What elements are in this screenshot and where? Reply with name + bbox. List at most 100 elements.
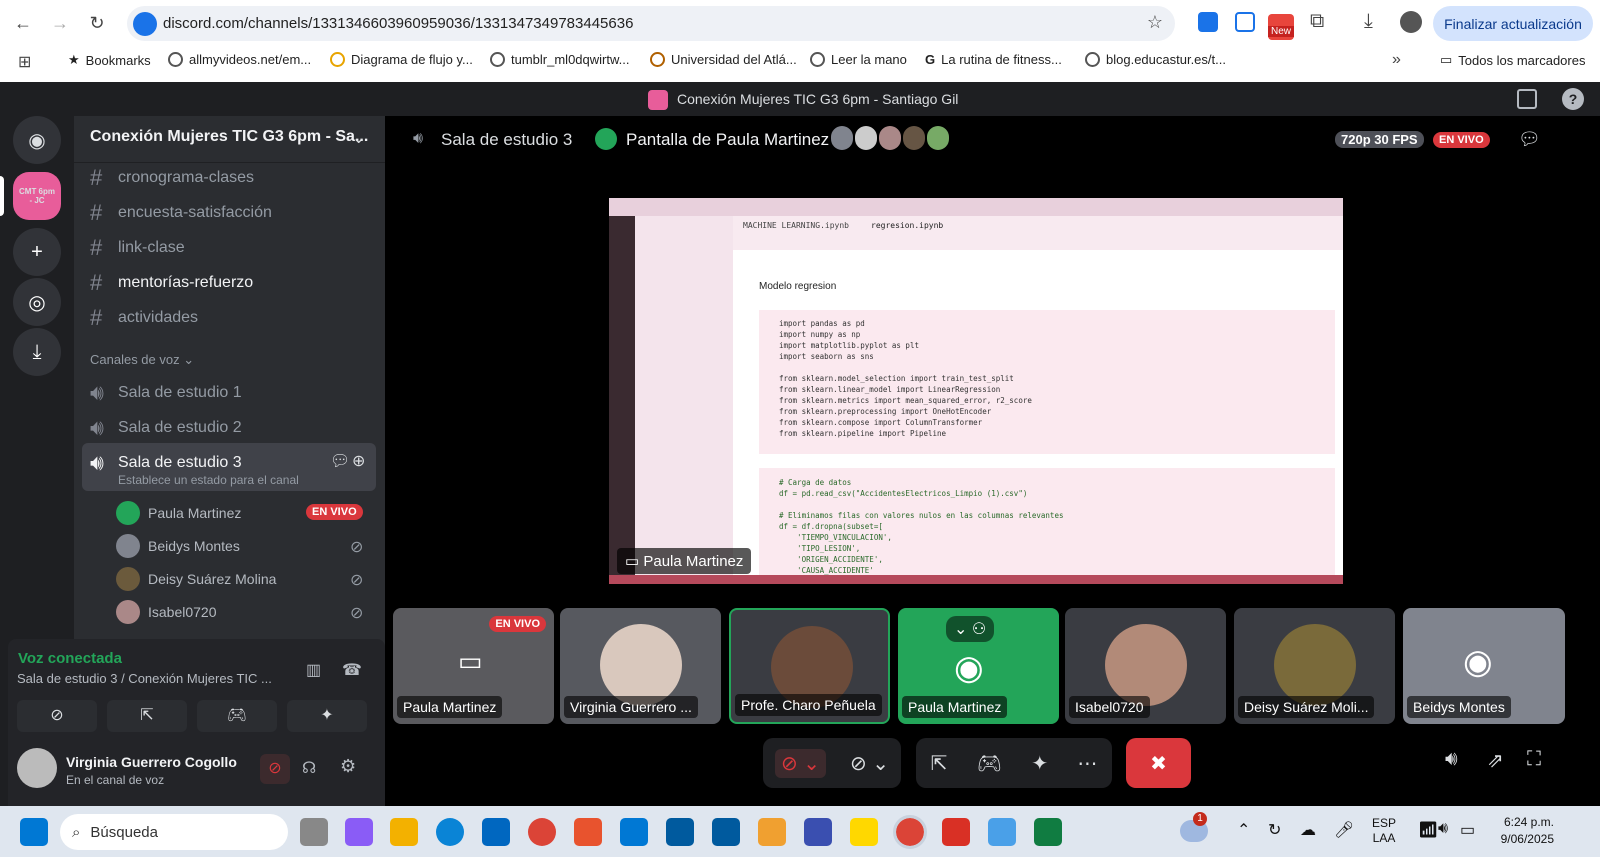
screencast-icon[interactable] (1235, 12, 1255, 32)
copilot-icon[interactable] (345, 818, 373, 846)
mic-icon[interactable] (133, 12, 157, 36)
mic-muted-icon[interactable]: ⊘ ⌄ (774, 748, 827, 778)
channel-item[interactable]: # actividades (90, 305, 198, 331)
chevron-right-icon[interactable]: » (1392, 51, 1401, 69)
discord-home-icon[interactable]: ◉ (13, 116, 61, 164)
settings-gear-icon[interactable]: ⚙ (340, 756, 356, 777)
search-box[interactable]: ⌕ Búsqueda (60, 814, 288, 850)
voice-member[interactable]: Isabel0720 (116, 600, 217, 624)
connection-title[interactable]: Voz conectada (18, 650, 122, 667)
profile-avatar[interactable] (1400, 11, 1422, 33)
store-icon[interactable] (482, 818, 510, 846)
voice-channel[interactable]: 🔊︎ Sala de estudio 1 (90, 380, 242, 406)
leave-call-button[interactable]: ✖ (1126, 738, 1191, 788)
channel-item[interactable]: # mentorías-refuerzo (90, 270, 253, 296)
participant-tile[interactable]: ◉ Beidys Montes (1403, 608, 1565, 724)
channel-item[interactable]: # cronograma-clases (90, 165, 254, 191)
more-icon[interactable]: ⋯ (1077, 751, 1097, 776)
wifi-icon[interactable]: 📶︎ (1418, 820, 1438, 840)
sync-icon[interactable]: ↻ (1268, 820, 1281, 840)
add-server-icon[interactable]: + (13, 228, 61, 276)
update-button[interactable]: Finalizar actualización (1433, 6, 1593, 41)
chevron-up-icon[interactable]: ⌃ (1237, 820, 1250, 840)
language-indicator[interactable]: ESP LAA (1372, 816, 1396, 846)
inbox-icon[interactable] (1517, 89, 1537, 109)
noise-suppression-icon[interactable]: ▥ (306, 660, 321, 680)
tile-menu-icon[interactable]: ⌄ ⚇ (946, 616, 995, 642)
voice-channel[interactable]: 🔊︎ Sala de estudio 2 (90, 415, 242, 441)
participant-tile[interactable]: EN VIVO ▭ Paula Martinez (393, 608, 554, 724)
edge-icon[interactable] (436, 818, 464, 846)
defender-icon[interactable] (712, 818, 740, 846)
bookmark-bar-item[interactable]: Diagrama de flujo y... (330, 52, 473, 67)
share-screen-button[interactable]: ⇱ (107, 700, 187, 732)
mic-control[interactable]: ⊘ ⌄ ⊘ ⌄ (763, 738, 901, 788)
volume-icon[interactable]: 🔊︎ (1438, 820, 1448, 838)
chat-icon[interactable]: 💬︎ (1518, 129, 1541, 150)
apps-grid-icon[interactable]: ⊞ (18, 52, 31, 72)
channel-item[interactable]: # link-clase (90, 235, 185, 261)
app-icon[interactable] (620, 818, 648, 846)
sticky-notes-icon[interactable] (850, 818, 878, 846)
headphones-icon[interactable]: ☊ (302, 758, 316, 778)
chrome-icon[interactable] (528, 818, 556, 846)
screen-share[interactable]: MACHINE LEARNING.ipynb regresion.ipynb M… (609, 198, 1343, 584)
download-icon[interactable]: ⤓ (1364, 10, 1373, 33)
participant-tile[interactable]: ⌄ ⚇ ◉ Paula Martinez (898, 608, 1059, 724)
anydesk-icon[interactable] (942, 818, 970, 846)
participant-tile[interactable]: Deisy Suárez Moli... (1234, 608, 1395, 724)
defender-icon[interactable] (666, 818, 694, 846)
task-view-icon[interactable] (300, 818, 328, 846)
voice-member[interactable]: Paula Martinez (116, 501, 241, 525)
bookmark-bar-item[interactable]: tumblr_ml0dqwirtw... (490, 52, 629, 67)
bookmark-bar-item[interactable]: ★ Bookmarks (68, 52, 151, 68)
server-name[interactable]: Conexión Mujeres TIC G3 6pm - Sa... (90, 128, 368, 146)
voice-category[interactable]: Canales de voz ⌄ (90, 352, 194, 368)
chevron-down-icon[interactable]: ⌄ (352, 128, 365, 148)
fullscreen-icon[interactable]: ⛶ (1527, 748, 1541, 771)
extension-icon[interactable] (1198, 12, 1218, 32)
star-icon[interactable]: ☆ (1147, 12, 1163, 33)
avatar[interactable] (17, 748, 57, 788)
app-icon[interactable] (988, 818, 1016, 846)
mic-icon[interactable]: 🎤︎ (1334, 820, 1354, 840)
all-bookmarks[interactable]: ▭ Todos los marcadores (1440, 52, 1585, 68)
onedrive-icon[interactable]: ☁ (1300, 820, 1316, 840)
participant-tile[interactable]: Virginia Guerrero ... (560, 608, 721, 724)
participant-tile[interactable]: Profe. Charo Peñuela (729, 608, 890, 724)
activity-icon[interactable]: 🎮︎ (977, 751, 1002, 776)
channel-status-prompt[interactable]: Establece un estado para el canal (118, 473, 299, 487)
back-icon[interactable]: ← (8, 8, 38, 38)
volume-icon[interactable]: 🔊︎ (1445, 748, 1458, 771)
editor-tab[interactable]: regresion.ipynb (871, 221, 943, 230)
address-bar[interactable]: discord.com/channels/1331346603960959036… (127, 6, 1175, 41)
bitwarden-icon[interactable] (804, 818, 832, 846)
invite-icon[interactable]: ⊕ (352, 451, 365, 471)
download-apps-icon[interactable]: ⤓ (13, 328, 61, 376)
forward-icon[interactable]: → (45, 8, 75, 38)
voice-member[interactable]: Beidys Montes (116, 534, 240, 558)
mic-muted-icon[interactable]: ⊘ (260, 754, 290, 784)
chrome-icon[interactable] (893, 815, 927, 849)
help-icon[interactable]: ? (1562, 88, 1584, 110)
share-screen-icon[interactable]: ⇱ (931, 751, 948, 776)
bookmark-bar-item[interactable]: allmyvideos.net/em... (168, 52, 311, 67)
activity-button[interactable]: 🎮︎ (197, 700, 277, 732)
bookmark-bar-item[interactable]: Universidad del Atlá... (650, 52, 797, 67)
reload-icon[interactable]: ↻ (82, 8, 112, 38)
server-icon[interactable]: CMT 6pm - JC (13, 172, 61, 220)
app-icon[interactable] (574, 818, 602, 846)
puzzle-icon[interactable]: ⧉ (1310, 10, 1324, 33)
voice-member[interactable]: Deisy Suárez Molina (116, 567, 276, 591)
file-explorer-icon[interactable] (390, 818, 418, 846)
clock[interactable]: 6:24 p.m. 9/06/2025 (1488, 814, 1554, 848)
windows-start-icon[interactable] (20, 818, 48, 846)
excel-icon[interactable] (1034, 818, 1062, 846)
popout-icon[interactable]: ⇗ (1487, 748, 1504, 773)
bookmark-bar-item[interactable]: blog.educastur.es/t... (1085, 52, 1226, 67)
participant-tile[interactable]: Isabel0720 (1065, 608, 1226, 724)
soundboard-button[interactable]: ✦ (287, 700, 367, 732)
connection-location[interactable]: Sala de estudio 3 / Conexión Mujeres TIC… (17, 671, 272, 686)
discover-icon[interactable]: ◎ (13, 278, 61, 326)
bookmark-bar-item[interactable]: Leer la mano (810, 52, 907, 67)
